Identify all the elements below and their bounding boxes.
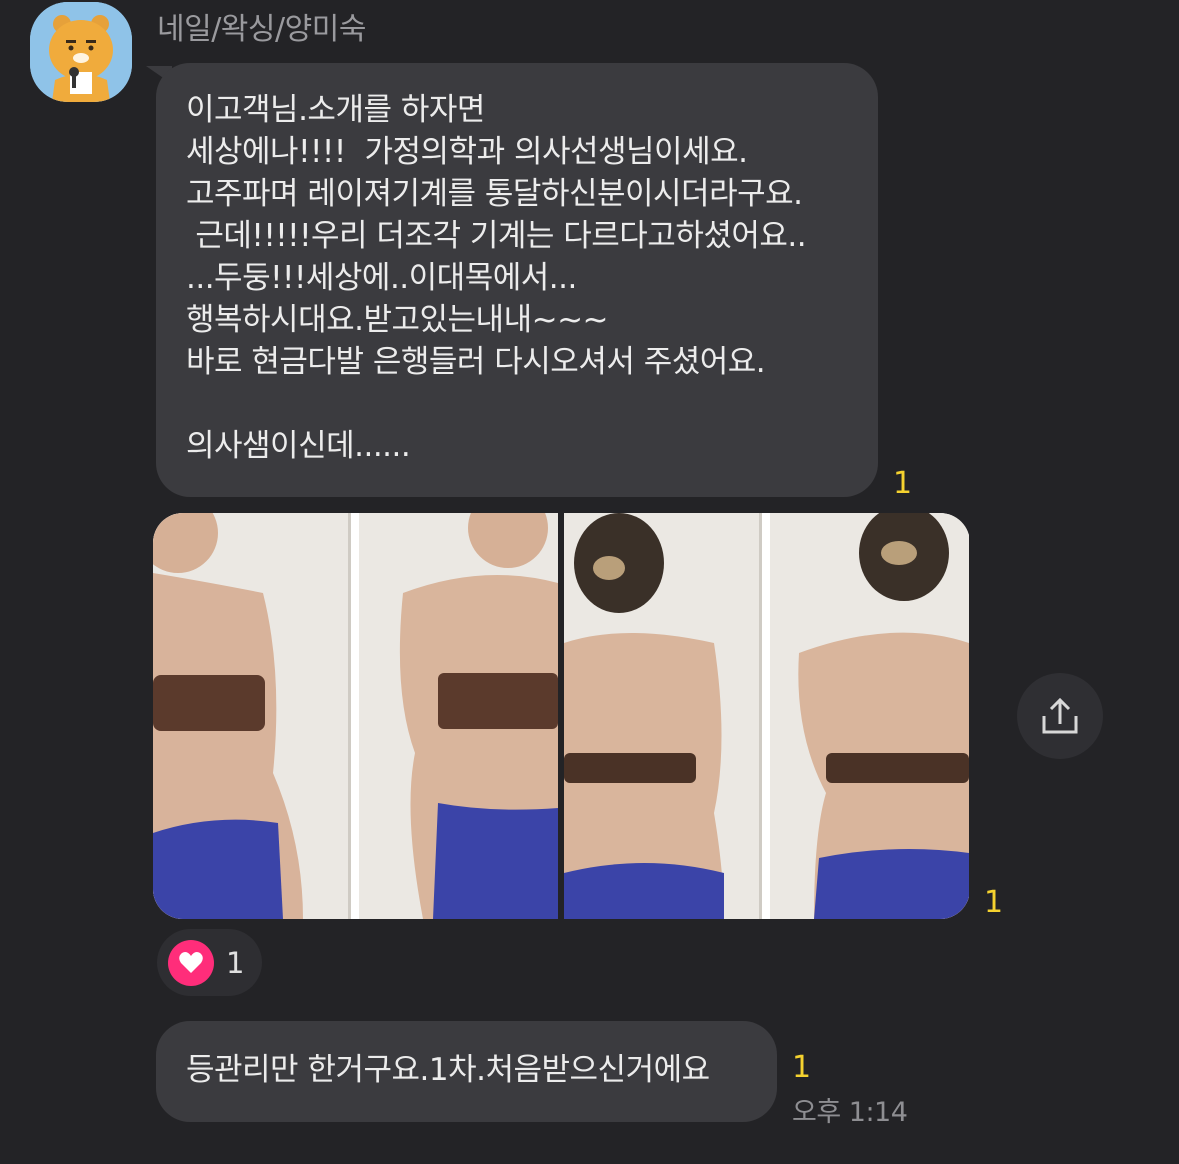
share-upload-icon <box>1042 697 1078 734</box>
reaction-badge[interactable]: 1 <box>157 929 262 996</box>
message-line: 근데!!!!!우리 더조각 기계는 다르다고하셨어요.. <box>186 218 807 254</box>
unread-count: 1 <box>792 1050 812 1085</box>
message-line: ...두둥!!!세상에..이대목에서... <box>186 260 577 296</box>
message-bubble-1[interactable]: 이고객님.소개를 하자면 세상에나!!!! 가정의학과 의사선생님이세요. 고주… <box>156 63 878 497</box>
photo-back-image <box>564 513 969 919</box>
reaction-count: 1 <box>226 945 245 980</box>
message-line: 이고객님.소개를 하자면 <box>186 92 485 128</box>
message-line: 의사샘이신데...... <box>186 428 411 464</box>
message-line <box>186 383 848 425</box>
message-bubble-2[interactable]: 등관리만 한거구요.1차.처음받으신거에요 <box>156 1021 777 1122</box>
sender-avatar[interactable] <box>30 2 132 102</box>
ryan-character-icon <box>30 2 132 102</box>
heart-icon <box>168 939 214 986</box>
share-button[interactable] <box>1017 673 1103 759</box>
before-after-photo-back[interactable] <box>564 513 969 919</box>
sender-name: 네일/왁싱/양미숙 <box>157 12 366 47</box>
unread-count: 1 <box>893 466 913 501</box>
message-line: 바로 현금다발 은행들러 다시오셔서 주셨어요. <box>186 344 766 380</box>
message-line: 세상에나!!!! 가정의학과 의사선생님이세요. <box>186 134 748 170</box>
message-line: 행복하시대요.받고있는내내~~~ <box>186 302 609 338</box>
message-timestamp: 오후 1:14 <box>792 1097 908 1128</box>
photo-attachment[interactable] <box>153 513 970 919</box>
message-line: 고주파며 레이져기계를 통달하신분이시더라구요. <box>186 176 803 212</box>
photo-front-image <box>153 513 558 919</box>
unread-count: 1 <box>984 885 1004 920</box>
before-after-photo-front[interactable] <box>153 513 558 919</box>
